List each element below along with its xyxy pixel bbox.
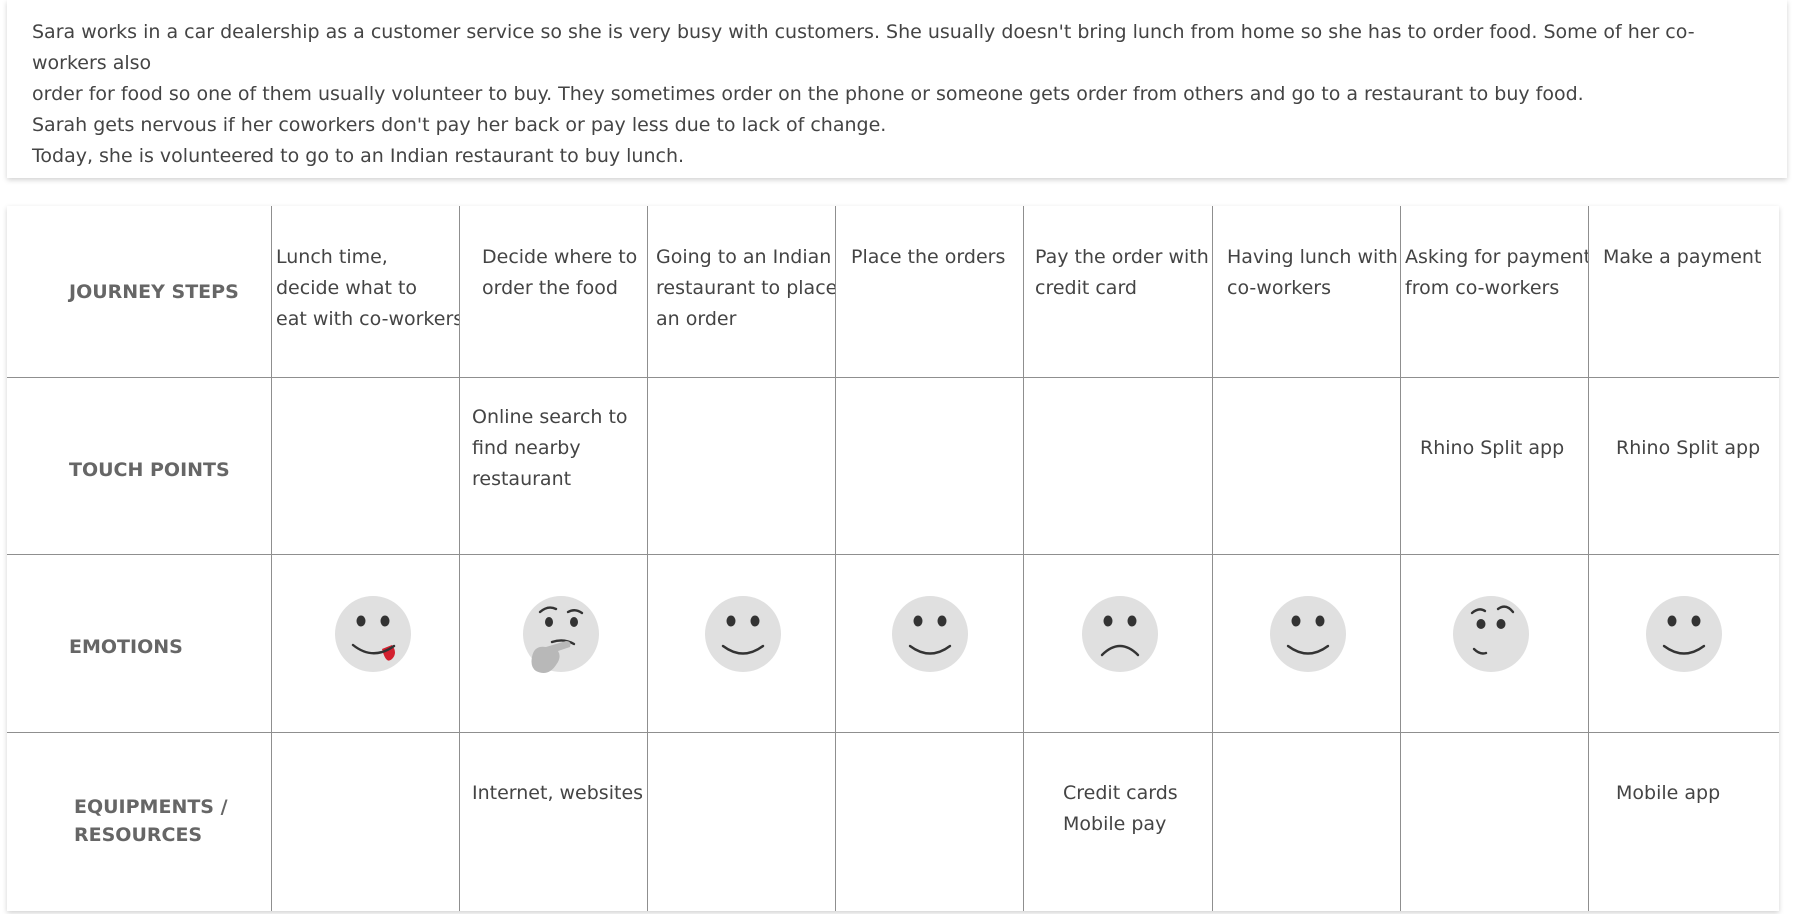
equipment-text: Credit cards Mobile pay xyxy=(1063,778,1178,840)
step-cell: Pay the order with credit card xyxy=(1024,206,1213,378)
equipment-cell xyxy=(1401,733,1589,911)
equipment-cell xyxy=(1213,733,1401,911)
frowning-face-icon xyxy=(1082,596,1158,672)
touch-point-text: Rhino Split app xyxy=(1420,433,1564,464)
journey-step-line: order the food xyxy=(482,277,618,299)
journey-step-text: Asking for payment from co-workers xyxy=(1405,242,1589,304)
journey-step-text: Having lunch with co-workers xyxy=(1227,242,1398,304)
journey-step-line: Asking for payment xyxy=(1405,246,1589,268)
emotion-cell xyxy=(272,555,460,733)
step-cell: Asking for payment from co-workers xyxy=(1401,206,1589,378)
touch-point-cell: Online search to find nearby restaurant xyxy=(460,378,648,555)
touch-point-line: restaurant xyxy=(472,468,572,490)
step-cell: Going to an Indian restaurant to place an … xyxy=(648,206,836,378)
journey-step-line: Having lunch with xyxy=(1227,246,1398,268)
touch-point-cell xyxy=(272,378,460,555)
touch-point-cell xyxy=(1024,378,1213,555)
thinking-face-icon xyxy=(523,596,599,673)
journey-step-line: Make a payment xyxy=(1603,246,1762,268)
journey-step-text: Pay the order with credit card xyxy=(1035,242,1209,304)
emotion-cell xyxy=(1589,555,1779,733)
row-header-equipments: EQUIPMENTS / RESOURCES xyxy=(7,733,272,911)
row-label-emotions: EMOTIONS xyxy=(69,636,183,658)
equipment-line: Internet, websites xyxy=(472,782,644,804)
scenario-line-3: Sarah gets nervous if her coworkers don'… xyxy=(32,114,887,136)
equipment-text: Internet, websites xyxy=(472,778,643,809)
equipment-cell: Internet, websites xyxy=(460,733,648,911)
emotion-cell xyxy=(1213,555,1401,733)
touch-point-cell: Rhino Split app xyxy=(1589,378,1779,555)
touch-point-line: Online search to xyxy=(472,406,628,428)
journey-step-line: Decide where to xyxy=(482,246,638,268)
journey-step-line: restaurant to place xyxy=(656,277,836,299)
journey-step-line: credit card xyxy=(1035,277,1137,299)
step-cell: Decide where to order the food xyxy=(460,206,648,378)
emotion-cell xyxy=(836,555,1024,733)
row-label-journey-steps: JOURNEY STEPS xyxy=(69,281,239,303)
journey-map-grid: JOURNEY STEPS Lunch time, decide what to e… xyxy=(7,206,1779,911)
equipment-cell xyxy=(836,733,1024,911)
equipment-text: Mobile app xyxy=(1616,778,1720,809)
equipment-cell xyxy=(272,733,460,911)
smiling-face-icon xyxy=(1646,596,1722,672)
touch-point-line: find nearby xyxy=(472,437,581,459)
scenario-line-2: order for food so one of them usually vo… xyxy=(32,83,1584,105)
step-cell: Having lunch with co-workers xyxy=(1213,206,1401,378)
equipment-line: Mobile app xyxy=(1616,782,1721,804)
journey-step-line: from co-workers xyxy=(1405,277,1560,299)
journey-step-line: an order xyxy=(656,308,737,330)
smiling-face-icon xyxy=(705,596,781,672)
equipment-line: Credit cards xyxy=(1063,782,1178,804)
emotion-cell xyxy=(460,555,648,733)
journey-step-line: decide what to xyxy=(276,277,418,299)
journey-step-text: Place the orders xyxy=(851,242,1005,273)
scenario-line-1: Sara works in a car dealership as a cust… xyxy=(32,21,1695,74)
journey-step-line: co-workers xyxy=(1227,277,1331,299)
scenario-text: Sara works in a car dealership as a cust… xyxy=(32,17,1767,172)
touch-point-text: Online search to find nearby restaurant xyxy=(472,402,628,495)
journey-step-text: Lunch time, decide what to eat with co-wor… xyxy=(276,242,460,335)
step-cell: Make a payment xyxy=(1589,206,1779,378)
emotion-cell xyxy=(648,555,836,733)
smiling-face-icon xyxy=(1270,596,1346,672)
touch-point-cell: Rhino Split app xyxy=(1401,378,1589,555)
touch-point-cell xyxy=(1213,378,1401,555)
scenario-card: Sara works in a car dealership as a cust… xyxy=(7,0,1787,178)
row-label-resources: RESOURCES xyxy=(74,824,203,846)
equipment-cell xyxy=(648,733,836,911)
touch-point-line: Rhino Split app xyxy=(1420,437,1565,459)
equipment-cell: Credit cards Mobile pay xyxy=(1024,733,1213,911)
row-label-equipments: EQUIPMENTS / xyxy=(74,796,228,818)
row-header-touch-points: TOUCH POINTS xyxy=(7,378,272,555)
tongue-out-face-icon xyxy=(335,596,411,672)
row-label-touch-points: TOUCH POINTS xyxy=(69,459,230,481)
journey-step-line: Lunch time, xyxy=(276,246,388,268)
smiling-face-icon xyxy=(892,596,968,672)
step-cell: Place the orders xyxy=(836,206,1024,378)
touch-point-cell xyxy=(836,378,1024,555)
touch-point-line: Rhino Split app xyxy=(1616,437,1761,459)
journey-step-text: Make a payment xyxy=(1603,242,1761,273)
journey-step-line: eat with co-workers xyxy=(276,308,460,330)
equipment-cell: Mobile app xyxy=(1589,733,1779,911)
touch-point-text: Rhino Split app xyxy=(1616,433,1760,464)
journey-step-line: Place the orders xyxy=(851,246,1006,268)
journey-step-line: Going to an Indian xyxy=(656,246,832,268)
journey-step-text: Going to an Indian restaurant to place an … xyxy=(656,242,836,335)
row-header-journey-steps: JOURNEY STEPS xyxy=(7,206,272,378)
emotion-cell xyxy=(1401,555,1589,733)
journey-step-text: Decide where to order the food xyxy=(482,242,637,304)
emotion-cell xyxy=(1024,555,1213,733)
scenario-line-4: Today, she is volunteered to go to an In… xyxy=(32,145,685,167)
face-with-raised-eyebrow-icon xyxy=(1453,596,1529,672)
journey-step-line: Pay the order with xyxy=(1035,246,1209,268)
row-header-emotions: EMOTIONS xyxy=(7,555,272,733)
touch-point-cell xyxy=(648,378,836,555)
equipment-line: Mobile pay xyxy=(1063,813,1167,835)
step-cell: Lunch time, decide what to eat with co-wor… xyxy=(272,206,460,378)
journey-map: JOURNEY STEPS Lunch time, decide what to e… xyxy=(7,206,1779,911)
